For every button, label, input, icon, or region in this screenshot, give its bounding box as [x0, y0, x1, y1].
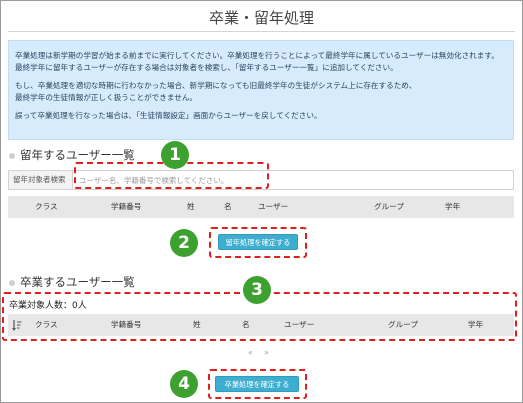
title-divider	[8, 31, 515, 32]
info-line-5: 誤って卒業処理を行なった場合は、「生徒情報設定」画面からユーザーを戻してください…	[15, 111, 322, 120]
repeat-search-label: 留年対象者検索	[9, 171, 73, 189]
info-line-4: 最終学年の生徒情報が正しく扱うことができません。	[15, 93, 198, 102]
column-header-first-name[interactable]: 名	[224, 196, 232, 218]
repeat-table-header: クラス 学籍番号 姓 名 ユーザー グループ 学年	[8, 196, 514, 218]
graduate-section-title: 卒業するユーザー一覧	[9, 274, 135, 290]
callout-box-graduate-button	[208, 369, 307, 399]
page-title: 卒業・留年処理	[208, 9, 314, 27]
callout-box-repeat-button	[209, 227, 307, 258]
column-header-user[interactable]: ユーザー	[258, 196, 288, 218]
column-header-grade[interactable]: 学年	[445, 196, 460, 218]
callout-badge-3: 3	[243, 276, 271, 304]
info-line-1: 卒業処理は新学期の学習が始まる前までに実行してください。卒業処理を行うことによっ…	[15, 51, 499, 60]
column-header-student-id[interactable]: 学籍番号	[111, 196, 141, 218]
pager-next[interactable]: »	[264, 348, 269, 357]
callout-badge-2: 2	[170, 229, 198, 257]
column-header-group[interactable]: グループ	[374, 196, 404, 218]
bullet-icon	[9, 152, 15, 159]
info-notice: 卒業処理は新学期の学習が始まる前までに実行してください。卒業処理を行うことによっ…	[8, 40, 514, 140]
callout-badge-4: 4	[170, 370, 198, 398]
info-line-2: 最終学年に留年するユーザーが存在する場合は対象者を検索し、「留年するユーザー一覧…	[15, 63, 398, 72]
bullet-icon	[9, 279, 15, 286]
pager-prev[interactable]: «	[248, 348, 253, 357]
column-header-last-name[interactable]: 姓	[187, 196, 195, 218]
callout-badge-1: 1	[161, 141, 189, 169]
repeat-section-title: 留年するユーザー一覧	[9, 147, 135, 163]
column-header-class[interactable]: クラス	[35, 196, 58, 218]
info-line-3: もし、卒業処理を適切な時期に行わなかった場合、新学期になっても旧最終学年の生徒が…	[15, 81, 417, 90]
